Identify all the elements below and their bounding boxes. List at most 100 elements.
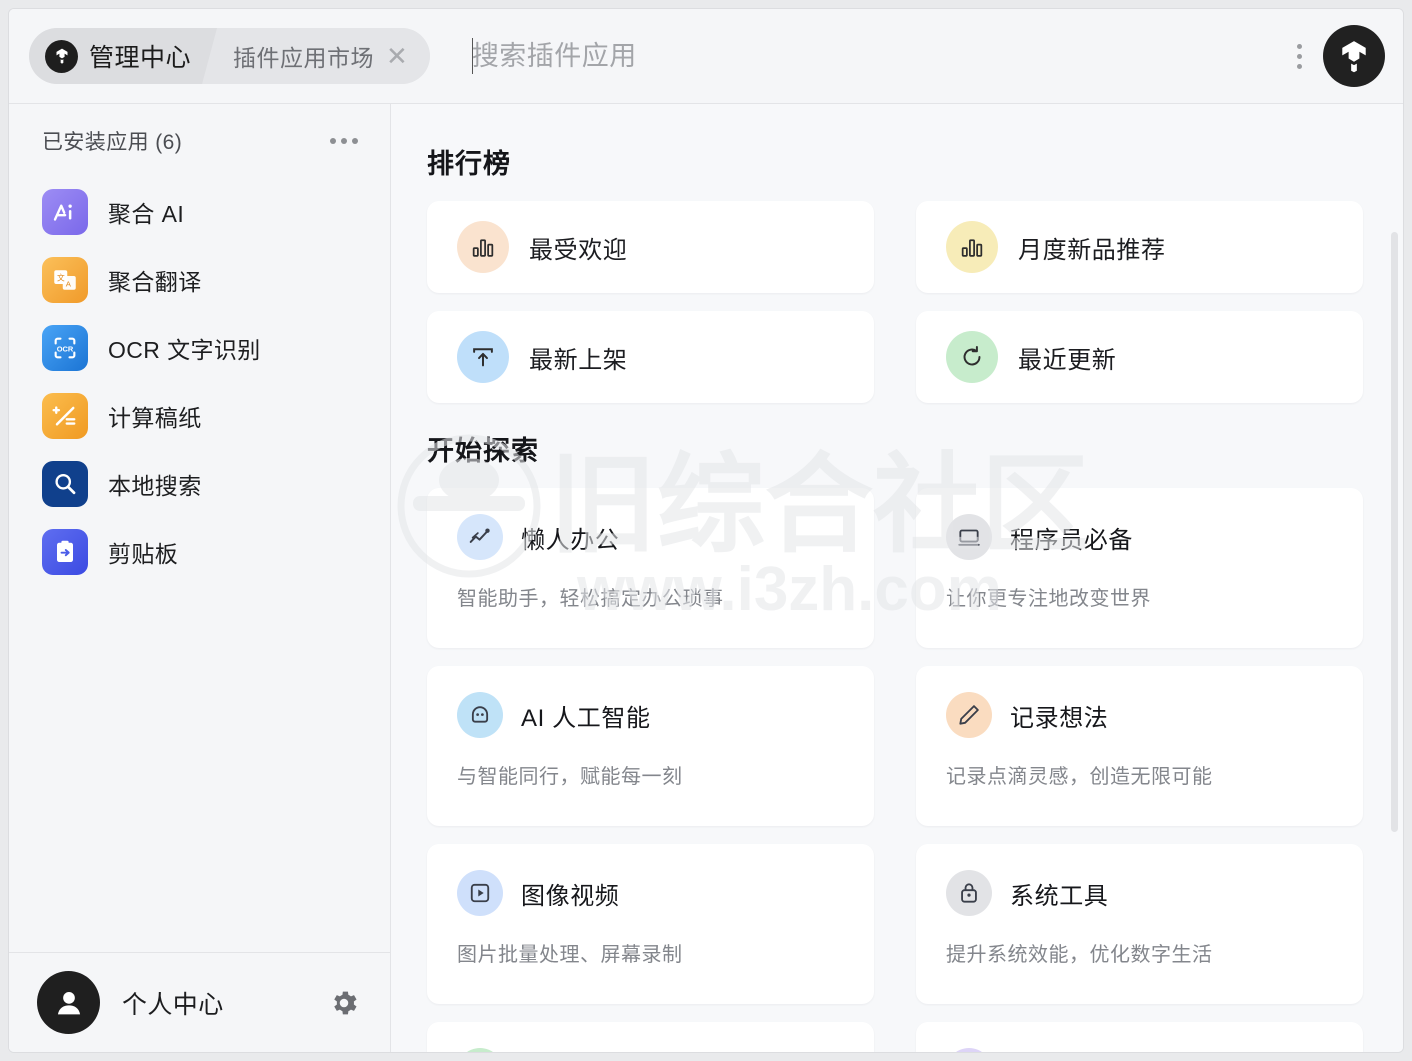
sidebar-item-label: OCR 文字识别 — [108, 337, 261, 363]
explore-card-title: AI 人工智能 — [521, 704, 651, 732]
ranking-grid: 最受欢迎 月度新品推荐 最新上架 最近更新 — [427, 201, 1363, 403]
app-window: 管理中心 插件应用市场 ✕ 已安装应用 — [8, 8, 1404, 1053]
title-bar: 管理中心 插件应用市场 ✕ — [9, 9, 1403, 104]
explore-card-desc: 提升系统效能，优化数字生活 — [946, 944, 1213, 966]
brain-idea-icon — [946, 1048, 992, 1052]
search-input[interactable] — [471, 40, 1092, 72]
explore-section-title: 开始探索 — [427, 436, 539, 466]
explore-card-system-tools[interactable]: 系统工具 提升系统效能，优化数字生活 — [916, 844, 1363, 1004]
explore-card-desc: 图片批量处理、屏幕录制 — [457, 944, 683, 966]
explore-card-lazy-office[interactable]: 懒人办公 智能助手，轻松搞定办公琐事 — [427, 488, 874, 648]
calculator-icon — [42, 393, 88, 439]
rank-card-recently-updated[interactable]: 最近更新 — [916, 311, 1363, 403]
upload-box-icon — [457, 331, 509, 383]
sidebar: 已安装应用 (6) 聚合 AI 文 A 聚合翻译 OCR OCR 文字识别 计算… — [9, 104, 391, 1052]
more-horizontal-icon[interactable] — [326, 132, 362, 150]
explore-card-desc: 与智能同行，赋能每一刻 — [457, 766, 683, 788]
brand-logo-icon — [45, 39, 78, 73]
sidebar-header: 已安装应用 (6) — [9, 104, 390, 170]
explore-card-title: 懒人办公 — [521, 526, 620, 554]
sidebar-item-aggregate-translate[interactable]: 文 A 聚合翻译 — [9, 246, 390, 314]
sidebar-item-clipboard[interactable]: 剪贴板 — [9, 518, 390, 586]
diamond-icon — [457, 1048, 503, 1052]
sidebar-item-label: 聚合 AI — [108, 201, 185, 227]
explore-card-desc: 智能助手，轻松搞定办公琐事 — [457, 588, 724, 610]
robot-face-icon — [457, 692, 503, 738]
tab-group: 管理中心 插件应用市场 ✕ — [29, 28, 430, 84]
installed-apps-title: 已安装应用 (6) — [42, 131, 183, 154]
explore-card-study[interactable]: 好好学习 — [427, 1022, 874, 1052]
sidebar-item-label: 剪贴板 — [108, 541, 179, 567]
vertical-scrollbar[interactable] — [1389, 104, 1399, 1052]
installed-apps-list: 聚合 AI 文 A 聚合翻译 OCR OCR 文字识别 计算稿纸 本地搜索 剪贴… — [9, 170, 390, 952]
rank-card-monthly-new[interactable]: 月度新品推荐 — [916, 201, 1363, 293]
explore-card-head: 记录想法 — [946, 692, 1333, 738]
sidebar-item-label: 本地搜索 — [108, 473, 202, 499]
bar-chart-icon — [457, 221, 509, 273]
sidebar-item-label: 计算稿纸 — [108, 405, 202, 431]
trend-line-icon — [457, 514, 503, 560]
rank-card-label: 最近更新 — [1018, 346, 1117, 374]
explore-card-title: 图像视频 — [521, 882, 620, 910]
explore-card-ai[interactable]: AI 人工智能 与智能同行，赋能每一刻 — [427, 666, 874, 826]
rank-card-label: 月度新品推荐 — [1018, 236, 1166, 264]
user-center-label: 个人中心 — [122, 990, 224, 1019]
vertical-scrollbar-thumb[interactable] — [1391, 232, 1398, 832]
explore-card-head: 脑洞大开 — [946, 1048, 1333, 1052]
brand-logo-icon — [1342, 41, 1366, 73]
sidebar-item-aggregate-ai[interactable]: 聚合 AI — [9, 178, 390, 246]
bar-chart-icon — [946, 221, 998, 273]
gear-icon[interactable] — [328, 987, 360, 1019]
explore-card-head: 懒人办公 — [457, 514, 844, 560]
explore-card-head: 图像视频 — [457, 870, 844, 916]
tab-management-center[interactable]: 管理中心 — [29, 28, 225, 84]
rank-card-label: 最受欢迎 — [529, 236, 628, 264]
sidebar-item-label: 聚合翻译 — [108, 269, 202, 295]
text-caret — [471, 38, 473, 74]
lock-icon — [946, 870, 992, 916]
header-actions — [1290, 25, 1385, 87]
tab-plugin-market-label: 插件应用市场 — [233, 45, 375, 71]
explore-grid: 懒人办公 智能助手，轻松搞定办公琐事 程序员必备 让你更专注地改变世界 AI 人… — [427, 488, 1363, 1052]
clipboard-icon — [42, 529, 88, 575]
svg-text:A: A — [66, 279, 72, 288]
explore-card-head: 程序员必备 — [946, 514, 1333, 560]
explore-card-programmer[interactable]: 程序员必备 让你更专注地改变世界 — [916, 488, 1363, 648]
body: 已安装应用 (6) 聚合 AI 文 A 聚合翻译 OCR OCR 文字识别 计算… — [9, 104, 1403, 1052]
explore-card-desc: 让你更专注地改变世界 — [946, 588, 1151, 610]
main-content: 排行榜 最受欢迎 月度新品推荐 最新上架 最近更新 开始探索 懒人办公 智能助手… — [391, 104, 1403, 1052]
translate-icon: 文 A — [42, 257, 88, 303]
brand-avatar-button[interactable] — [1323, 25, 1385, 87]
user-avatar-icon[interactable] — [37, 971, 100, 1034]
pencil-icon — [946, 692, 992, 738]
explore-card-head: 系统工具 — [946, 870, 1333, 916]
explore-card-brainstorm[interactable]: 脑洞大开 — [916, 1022, 1363, 1052]
ocr-scan-icon: OCR — [42, 325, 88, 371]
svg-text:OCR: OCR — [57, 344, 74, 353]
refresh-icon — [946, 331, 998, 383]
sidebar-item-ocr[interactable]: OCR OCR 文字识别 — [9, 314, 390, 382]
explore-card-title: 系统工具 — [1010, 882, 1109, 910]
tab-plugin-market[interactable]: 插件应用市场 ✕ — [211, 28, 430, 84]
explore-card-head: 好好学习 — [457, 1048, 844, 1052]
close-icon[interactable]: ✕ — [384, 43, 410, 69]
rank-card-newest[interactable]: 最新上架 — [427, 311, 874, 403]
search-magnifier-icon — [42, 461, 88, 507]
explore-card-head: AI 人工智能 — [457, 692, 844, 738]
sidebar-item-calculator-paper[interactable]: 计算稿纸 — [9, 382, 390, 450]
sidebar-footer: 个人中心 — [9, 952, 390, 1052]
explore-card-notes[interactable]: 记录想法 记录点滴灵感，创造无限可能 — [916, 666, 1363, 826]
rank-card-most-popular[interactable]: 最受欢迎 — [427, 201, 874, 293]
search-area — [430, 38, 1290, 74]
ai-aggregate-icon — [42, 189, 88, 235]
explore-card-title: 记录想法 — [1010, 704, 1109, 732]
play-box-icon — [457, 870, 503, 916]
explore-card-title: 程序员必备 — [1010, 526, 1133, 554]
tab-management-center-label: 管理中心 — [89, 44, 192, 72]
more-vertical-icon[interactable] — [1290, 38, 1309, 75]
sidebar-item-local-search[interactable]: 本地搜索 — [9, 450, 390, 518]
rank-card-label: 最新上架 — [529, 346, 628, 374]
explore-card-image-video[interactable]: 图像视频 图片批量处理、屏幕录制 — [427, 844, 874, 1004]
main-scroll-region: 排行榜 最受欢迎 月度新品推荐 最新上架 最近更新 开始探索 懒人办公 智能助手… — [391, 104, 1403, 1052]
monitor-icon — [946, 514, 992, 560]
